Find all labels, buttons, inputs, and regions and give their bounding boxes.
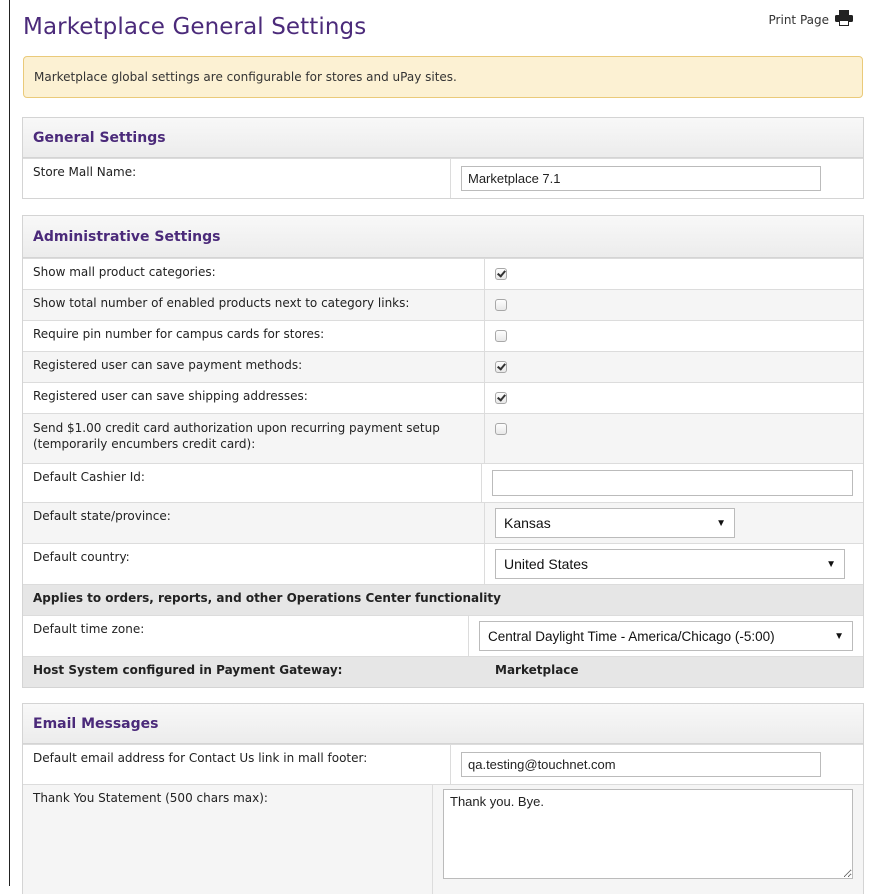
default-timezone-select[interactable]: Central Daylight Time - America/Chicago … [479, 621, 853, 651]
default-state-select[interactable]: Kansas ▼ [495, 508, 735, 538]
contact-email-row: Default email address for Contact Us lin… [23, 744, 863, 784]
checkbox-cell [485, 414, 863, 463]
thank-you-label: Thank You Statement (500 chars max): [23, 785, 433, 894]
save-shipping-addresses-checkbox[interactable] [495, 392, 507, 404]
print-page-label: Print Page [768, 12, 829, 27]
store-mall-name-cell [451, 159, 863, 198]
administrative-settings-heading: Administrative Settings [23, 216, 863, 258]
email-messages-panel: Email Messages Default email address for… [22, 703, 864, 894]
email-messages-heading: Email Messages [23, 704, 863, 744]
default-country-label: Default country: [23, 544, 485, 584]
checkbox-row-label: Registered user can save shipping addres… [23, 383, 485, 413]
checkbox-row-label: Send $1.00 credit card authorization upo… [23, 414, 485, 463]
checkbox-cell [485, 352, 863, 382]
default-cashier-row: Default Cashier Id: [23, 463, 863, 502]
operations-note: Applies to orders, reports, and other Op… [33, 591, 501, 605]
checkbox-row: Registered user can save shipping addres… [23, 382, 863, 413]
checkbox-cell [485, 321, 863, 351]
default-timezone-cell: Central Daylight Time - America/Chicago … [469, 616, 863, 656]
checkbox-row-label: Show mall product categories: [23, 259, 485, 289]
save-payment-methods-checkbox[interactable] [495, 361, 507, 373]
host-system-value: Marketplace [495, 663, 579, 677]
operations-note-row: Applies to orders, reports, and other Op… [23, 584, 863, 615]
default-country-select[interactable]: United States ▼ [495, 549, 845, 579]
checkbox-row: Show mall product categories: [23, 258, 863, 289]
store-mall-name-input[interactable] [461, 166, 821, 191]
page-title: Marketplace General Settings [23, 14, 367, 40]
contact-email-input[interactable] [461, 752, 821, 777]
left-border [9, 0, 10, 886]
default-cashier-label: Default Cashier Id: [23, 464, 482, 502]
store-mall-name-row: Store Mall Name: [23, 158, 863, 198]
default-cashier-cell [482, 464, 863, 502]
checkbox-row: Require pin number for campus cards for … [23, 320, 863, 351]
chevron-down-icon: ▼ [834, 630, 844, 642]
checkbox-row-label: Registered user can save payment methods… [23, 352, 485, 382]
thank-you-row: Thank You Statement (500 chars max): Tha… [23, 784, 863, 894]
default-country-value: United States [504, 556, 589, 572]
chevron-down-icon: ▼ [826, 558, 836, 570]
printer-icon [835, 10, 853, 29]
thank-you-cell: Thank you. Bye. [433, 785, 863, 894]
show-product-count-checkbox[interactable] [495, 299, 507, 311]
checkbox-cell [485, 383, 863, 413]
default-country-row: Default country: United States ▼ [23, 543, 863, 584]
default-timezone-value: Central Daylight Time - America/Chicago … [488, 628, 775, 644]
store-mall-name-label: Store Mall Name: [23, 159, 451, 198]
checkbox-row-label: Show total number of enabled products ne… [23, 290, 485, 320]
checkbox-row: Registered user can save payment methods… [23, 351, 863, 382]
default-timezone-label: Default time zone: [23, 616, 469, 656]
general-settings-heading: General Settings [23, 118, 863, 158]
require-pin-checkbox[interactable] [495, 330, 507, 342]
default-country-cell: United States ▼ [485, 544, 863, 584]
host-system-row: Host System configured in Payment Gatewa… [23, 656, 863, 687]
checkbox-cell [485, 290, 863, 320]
default-timezone-row: Default time zone: Central Daylight Time… [23, 615, 863, 656]
checkbox-row: Send $1.00 credit card authorization upo… [23, 413, 863, 463]
credit-auth-checkbox[interactable] [495, 423, 507, 435]
general-settings-panel: General Settings Store Mall Name: [22, 117, 864, 199]
default-state-cell: Kansas ▼ [485, 503, 863, 543]
thank-you-textarea[interactable]: Thank you. Bye. [443, 789, 853, 879]
default-cashier-input[interactable] [492, 470, 853, 496]
host-system-label: Host System configured in Payment Gatewa… [33, 663, 343, 677]
show-categories-checkbox[interactable] [495, 268, 507, 280]
administrative-settings-panel: Administrative Settings Show mall produc… [22, 215, 864, 688]
default-state-value: Kansas [504, 515, 551, 531]
contact-email-cell [451, 745, 863, 784]
chevron-down-icon: ▼ [716, 517, 726, 529]
default-state-row: Default state/province: Kansas ▼ [23, 502, 863, 543]
default-state-label: Default state/province: [23, 503, 485, 543]
print-page-button[interactable]: Print Page [769, 10, 853, 29]
contact-email-label: Default email address for Contact Us lin… [23, 745, 451, 784]
checkbox-row: Show total number of enabled products ne… [23, 289, 863, 320]
checkbox-cell [485, 259, 863, 289]
info-alert: Marketplace global settings are configur… [23, 56, 863, 98]
checkbox-row-label: Require pin number for campus cards for … [23, 321, 485, 351]
